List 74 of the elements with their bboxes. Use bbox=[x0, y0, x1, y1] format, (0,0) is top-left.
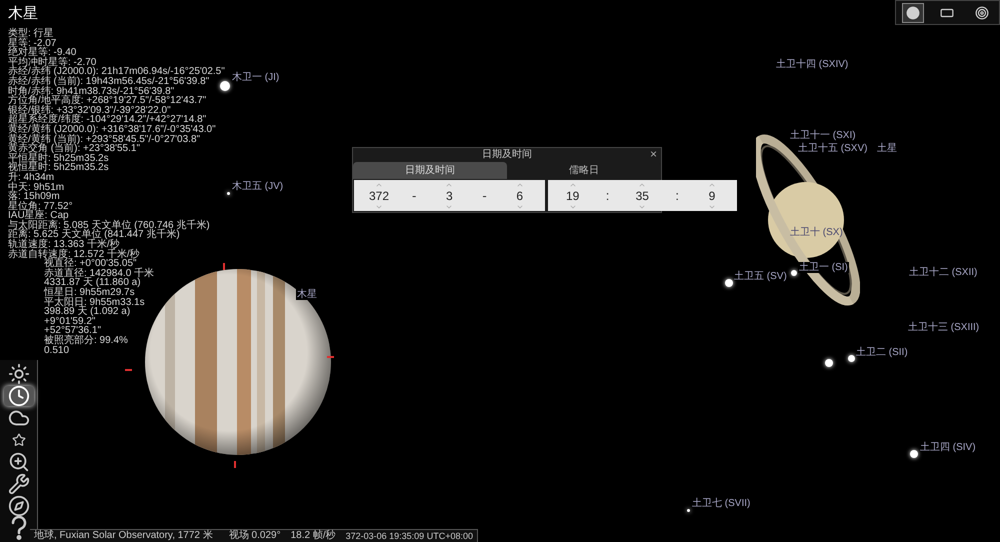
object-label: 木卫五 (JV) bbox=[232, 181, 284, 192]
marker-dash bbox=[234, 461, 236, 468]
clock-icon bbox=[8, 385, 30, 407]
info-line: 超星系经度/纬度: -104°29'14.2"/+42°27'14.8" bbox=[8, 115, 206, 125]
spin-field[interactable]: 19 bbox=[566, 188, 580, 202]
separator: : bbox=[674, 186, 680, 205]
info-line: 被照亮部分: 99.4% bbox=[44, 336, 128, 346]
info-line: 中天: 9h51m bbox=[8, 182, 64, 192]
object-label: 土卫十三 (SXIII) bbox=[908, 322, 980, 333]
info-line: 星等: -2.07 bbox=[8, 38, 56, 48]
marker-dash bbox=[125, 369, 132, 371]
object-label: 土卫一 (SI) bbox=[798, 262, 849, 273]
object-label: 土卫十四 (SXIV) bbox=[776, 59, 848, 70]
fps-text: 18.2 帧/秒 bbox=[290, 530, 336, 542]
separator: : bbox=[604, 186, 610, 205]
settings-icon bbox=[8, 473, 30, 495]
info-line: 升: 4h34m bbox=[8, 172, 54, 182]
info-line: 平恒星时: 5h25m35.2s bbox=[8, 154, 109, 164]
info-line: 黄经/黄纬 (J2000.0): +316°38'17.6"/-0°35'43.0" bbox=[8, 124, 216, 135]
object-label: 土卫七 (SVII) bbox=[692, 498, 750, 509]
info-line: 平太阳日: 9h55m33.1s bbox=[44, 298, 145, 308]
spin-field[interactable]: 35 bbox=[636, 188, 649, 202]
info-line: 绝对星等: -9.40 bbox=[8, 48, 76, 58]
dialog-title: 日期及时间 bbox=[482, 149, 532, 161]
location-text: 地球, Fuxian Solar Observatory, 1772 米 bbox=[34, 530, 213, 542]
info-line: 赤道直径: 142984.0 千米 bbox=[44, 268, 154, 278]
info-line: 黄赤交角 (当前): +23°38'55.1" bbox=[8, 144, 140, 154]
object-label: 木卫一 (JI) bbox=[232, 72, 280, 83]
info-line: 平均冲时星等: -2.70 bbox=[8, 58, 96, 68]
object-label: 土卫十一 (SXI) bbox=[790, 130, 856, 141]
target-icon bbox=[974, 6, 989, 20]
circle-icon bbox=[906, 6, 920, 20]
object-label: 土卫五 (SV) bbox=[734, 271, 787, 282]
spin-field[interactable]: 372 bbox=[368, 188, 390, 202]
object-label: 土卫十 (SX) bbox=[790, 227, 843, 238]
object-label: 木星 bbox=[296, 289, 318, 300]
separator: - bbox=[411, 186, 418, 205]
object-label: 土卫十五 (SXV) bbox=[798, 143, 868, 154]
spin-field[interactable]: 6 bbox=[516, 188, 524, 202]
info-line: 类型: 行星 bbox=[8, 29, 54, 39]
close-button[interactable]: × bbox=[650, 148, 657, 161]
info-line: 赤经/赤纬 (J2000.0): 21h17m06.94s/-16°25'02.5" bbox=[8, 67, 225, 77]
info-line: 视直径: +0°00'35.05" bbox=[44, 259, 137, 269]
info-line: 与太阳距离: 5.085 天文单位 (760.746 兆千米) bbox=[8, 220, 210, 230]
object-label: 土卫二 (SII) bbox=[856, 347, 908, 358]
toolbar-button[interactable] bbox=[4, 386, 34, 406]
search-icon bbox=[8, 451, 30, 473]
object-label: 土卫十二 (SXII) bbox=[909, 267, 978, 278]
info-line: IAU星座: Cap bbox=[8, 211, 69, 221]
info-line: 视恒星时: 5h25m35.2s bbox=[8, 163, 109, 173]
spin-field[interactable]: 9 bbox=[708, 188, 716, 202]
compass-icon bbox=[8, 495, 30, 517]
separator: - bbox=[481, 186, 488, 205]
dialog-tab[interactable]: 日期及时间 bbox=[353, 162, 507, 179]
info-line: 赤经/赤纬 (当前): 19h43m56.45s/-21°56'39.8" bbox=[8, 76, 210, 87]
marker-dash bbox=[327, 356, 334, 358]
info-line: 方位角/地平高度: +268°19'27.5"/-58°12'43.7" bbox=[8, 96, 206, 106]
star-icon bbox=[12, 433, 26, 447]
info-line: 恒星日: 9h55m29.7s bbox=[44, 288, 135, 298]
object-label: 土卫四 (SIV) bbox=[920, 442, 976, 453]
spin-field[interactable]: 3 bbox=[446, 188, 453, 202]
datetime-text: 372-03-06 19:35:09 UTC+08:00 bbox=[346, 530, 473, 542]
marker-dash bbox=[223, 263, 225, 270]
object-label: 土星 bbox=[877, 143, 897, 154]
info-line: 0.510 bbox=[44, 346, 70, 356]
info-line: +9°01'59.2" bbox=[44, 316, 96, 326]
info-line: 轨道速度: 13.363 千米/秒 bbox=[8, 240, 120, 250]
view-button[interactable] bbox=[902, 2, 924, 22]
sun-icon bbox=[8, 363, 30, 385]
info-line: +52°57'36.1" bbox=[44, 326, 102, 336]
info-line: 398.89 天 (1.092 a) bbox=[44, 307, 130, 317]
object-title: 木星 bbox=[8, 4, 38, 24]
fov-text: 视场 0.029° bbox=[228, 530, 281, 542]
info-line: 落: 15h09m bbox=[8, 192, 60, 202]
